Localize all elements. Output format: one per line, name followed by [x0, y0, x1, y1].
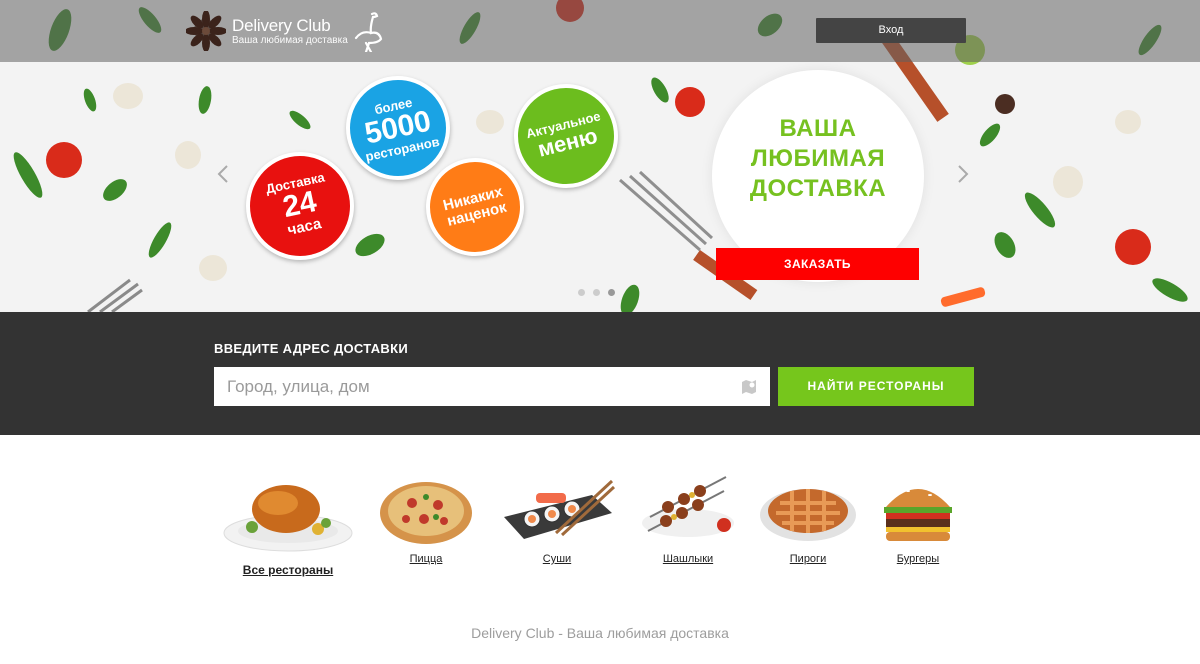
ostrich-icon [354, 12, 382, 52]
category-label: Шашлыки [662, 553, 714, 565]
login-button[interactable]: Вход [816, 18, 966, 43]
pie-icon [760, 489, 856, 541]
footer-text: Delivery Club - Ваша любимая доставка [471, 625, 729, 641]
logo-subtitle: Ваша любимая доставка [232, 34, 348, 46]
slider-dots [578, 289, 615, 296]
address-label: ВВЕДИТЕ АДРЕС ДОСТАВКИ [214, 341, 408, 356]
category-label: Суши [542, 553, 572, 565]
slider-dot[interactable] [593, 289, 600, 296]
slider-dot[interactable] [578, 289, 585, 296]
chevron-left-icon[interactable] [216, 164, 230, 184]
category-all-restaurants[interactable]: Все рестораны [220, 473, 356, 577]
roast-chicken-icon [223, 485, 353, 552]
hero-banner: Delivery Club Ваша любимая доставка Вход… [0, 0, 1200, 312]
category-label: Все рестораны [242, 563, 334, 577]
pizza-icon [380, 482, 472, 544]
category-label: Пироги [789, 553, 827, 565]
top-bar [0, 0, 1200, 62]
burger-icon [884, 486, 952, 541]
address-input[interactable] [214, 367, 770, 406]
logo-title: Delivery Club [232, 15, 331, 35]
star-anise-icon [186, 11, 226, 51]
address-search-section: ВВЕДИТЕ АДРЕС ДОСТАВКИ НАЙТИ РЕСТОРАНЫ [0, 312, 1200, 435]
category-burgers[interactable]: Бургеры [878, 473, 958, 565]
category-label: Бургеры [896, 553, 940, 565]
category-pies[interactable]: Пироги [758, 473, 858, 565]
slider-dot-active[interactable] [608, 289, 615, 296]
find-restaurants-button[interactable]: НАЙТИ РЕСТОРАНЫ [778, 367, 974, 406]
category-kebab[interactable]: Шашлыки [638, 473, 738, 565]
category-label: Пицца [409, 553, 443, 565]
order-button[interactable]: ЗАКАЗАТЬ [716, 248, 919, 280]
hero-title: ВАША ЛЮБИМАЯ ДОСТАВКА [749, 115, 887, 202]
sushi-icon [504, 479, 616, 539]
kebab-icon [642, 476, 734, 537]
logo[interactable]: Delivery Club Ваша любимая доставка [186, 10, 386, 52]
chevron-right-icon[interactable] [956, 164, 970, 184]
map-icon[interactable] [740, 378, 758, 396]
category-sushi[interactable]: Суши [496, 473, 618, 565]
category-pizza[interactable]: Пицца [378, 473, 474, 565]
